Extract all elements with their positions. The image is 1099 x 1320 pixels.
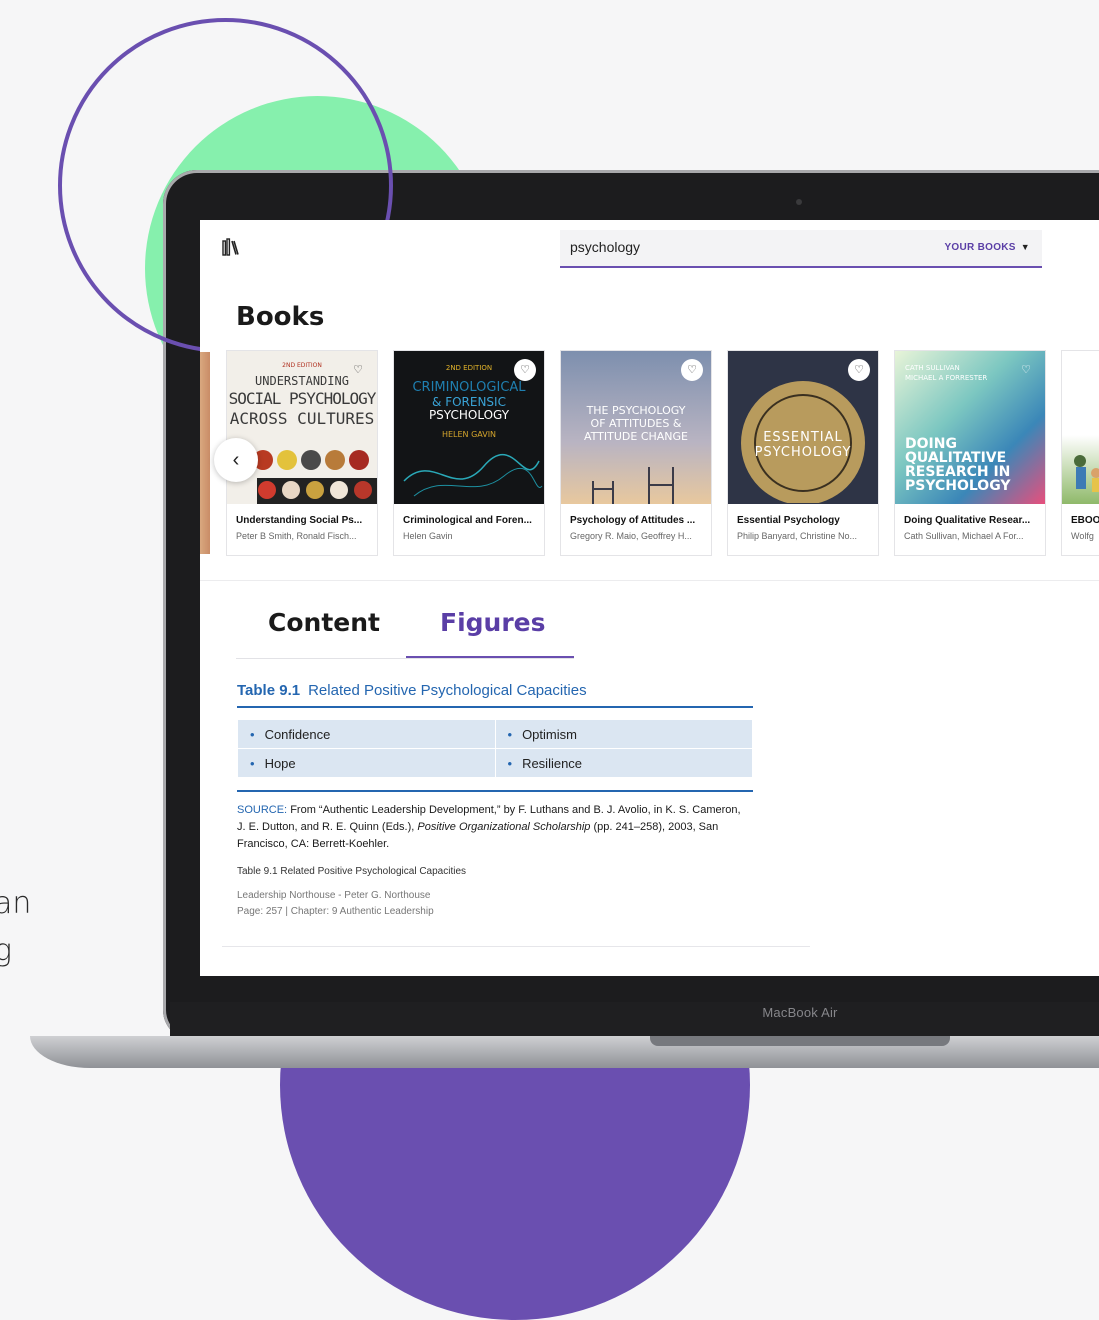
your-books-dropdown[interactable]: YOUR BOOKS ▼: [944, 242, 1030, 253]
cover-text: PSYCHOLOGY: [428, 408, 510, 422]
book-title: Criminological and Foren...: [403, 515, 532, 526]
book-cover: THE PSYCHOLOGY OF ATTITUDES & ATTITUDE C…: [561, 351, 711, 504]
cover-text: HELEN GAVIN: [441, 430, 497, 439]
book-title: Essential Psychology: [737, 515, 840, 526]
active-tab-indicator: [406, 656, 574, 658]
partial-book-card[interactable]: [200, 352, 210, 554]
cover-text: CRIMINOLOGICAL: [412, 380, 526, 395]
books-carousel: 2ND EDITION UNDERSTANDING SOCIAL PSYCHOL…: [200, 350, 1099, 556]
book-cover: ESSENTIAL PSYCHOLOGY ♡: [728, 351, 878, 504]
figure-caption: Table 9.1 Related Positive Psychological…: [237, 866, 467, 877]
figure-page-line: Page: 257 | Chapter: 9 Authentic Leaders…: [237, 906, 434, 917]
figure-number: Table 9.1: [237, 682, 301, 699]
cover-text: & FORENSIC: [432, 395, 506, 409]
figure-rule-top: [237, 706, 753, 708]
figure-source: SOURCE: From “Authentic Leadership Devel…: [237, 802, 747, 853]
bullet-icon: •: [250, 755, 255, 771]
figure-book-line: Leadership Northouse - Peter G. Northous…: [237, 890, 431, 901]
cell-text: Resilience: [522, 755, 583, 771]
table-cell: • Confidence: [237, 719, 496, 749]
book-title: EBOO: [1071, 515, 1099, 526]
figure-title: Related Positive Psychological Capacitie…: [308, 682, 587, 699]
chevron-left-icon: ‹: [232, 449, 240, 471]
cover-text: PSYCHOLOGY: [754, 445, 852, 460]
cover-text: ESSENTIAL: [763, 430, 843, 445]
bullet-icon: •: [507, 726, 513, 742]
result-divider: [222, 946, 810, 947]
heart-icon[interactable]: ♡: [1015, 359, 1037, 381]
device-label: MacBook Air: [762, 1005, 838, 1020]
cover-text: ATTITUDE CHANGE: [583, 430, 689, 443]
cover-illustration: [403, 453, 543, 497]
section-divider: [200, 580, 1099, 581]
figure-heading: Table 9.1 Related Positive Psychological …: [237, 682, 587, 699]
book-card[interactable]: EBOO Wolfg: [1061, 350, 1099, 556]
cover-text: OF ATTITUDES &: [590, 417, 682, 430]
search-input[interactable]: [570, 239, 870, 255]
source-italic: Positive Organizational Scholarship: [417, 821, 591, 833]
cell-text: Hope: [264, 755, 296, 771]
cover-text: THE PSYCHOLOGY: [586, 404, 686, 417]
book-author: Wolfg: [1071, 531, 1094, 541]
tab-figures[interactable]: Figures: [440, 608, 546, 637]
book-author: Gregory R. Maio, Geoffrey H...: [570, 531, 692, 541]
camera-icon: [796, 199, 802, 205]
book-title: Understanding Social Ps...: [236, 515, 363, 526]
side-text: an g: [0, 880, 31, 974]
book-cover: [1062, 351, 1099, 504]
laptop-base-notch: [650, 1036, 950, 1046]
library-logo-icon[interactable]: [222, 238, 240, 256]
book-card[interactable]: CATH SULLIVAN MICHAEL A FORRESTER DOING …: [894, 350, 1046, 556]
book-cover: 2ND EDITION CRIMINOLOGICAL & FORENSIC PS…: [394, 351, 544, 504]
heart-icon[interactable]: ♡: [848, 359, 870, 381]
book-cover: CATH SULLIVAN MICHAEL A FORRESTER DOING …: [895, 351, 1045, 504]
heart-icon[interactable]: ♡: [347, 359, 369, 381]
side-text-line: an: [0, 886, 32, 921]
cell-text: Confidence: [264, 726, 331, 742]
tab-content[interactable]: Content: [268, 608, 380, 637]
your-books-label: YOUR BOOKS: [944, 242, 1016, 253]
book-card[interactable]: 2ND EDITION CRIMINOLOGICAL & FORENSIC PS…: [393, 350, 545, 556]
book-card[interactable]: ESSENTIAL PSYCHOLOGY ♡ Essential Psychol…: [727, 350, 879, 556]
book-author: Helen Gavin: [403, 531, 453, 541]
book-author: Cath Sullivan, Michael A For...: [904, 531, 1024, 541]
cell-text: Optimism: [522, 726, 577, 742]
cover-text: SOCIAL PSYCHOLOGY: [228, 389, 377, 408]
heart-icon[interactable]: ♡: [681, 359, 703, 381]
figure-rule-bottom: [237, 790, 753, 792]
book-title: Psychology of Attitudes ...: [570, 515, 696, 526]
cover-text: ACROSS CULTURES: [229, 409, 375, 428]
side-text-line: g: [0, 933, 13, 968]
cover-illustration: [1074, 455, 1099, 492]
table-cell: • Resilience: [494, 748, 753, 778]
chevron-down-icon: ▼: [1020, 242, 1030, 252]
book-author: Philip Banyard, Christine No...: [737, 531, 858, 541]
tab-baseline: [236, 658, 574, 659]
heart-icon[interactable]: ♡: [514, 359, 536, 381]
book-cover: 2ND EDITION UNDERSTANDING SOCIAL PSYCHOL…: [227, 351, 377, 504]
carousel-prev-button[interactable]: ‹: [214, 438, 258, 482]
search-bar: YOUR BOOKS ▼: [560, 230, 1042, 268]
bridge-illustration: [592, 467, 674, 504]
table-row: • Confidence • Optimism: [237, 719, 753, 749]
cover-text: PSYCHOLOGY: [905, 478, 1011, 494]
figure-table: • Confidence • Optimism • Hope • Resilience: [237, 719, 753, 778]
app-screen: YOUR BOOKS ▼ Books 2ND EDITION UNDERSTAND…: [200, 220, 1099, 976]
bullet-icon: •: [507, 755, 513, 771]
books-section-title: Books: [236, 302, 325, 332]
book-author: Peter B Smith, Ronald Fisch...: [236, 531, 357, 541]
table-row: • Hope • Resilience: [237, 748, 753, 778]
book-card[interactable]: THE PSYCHOLOGY OF ATTITUDES & ATTITUDE C…: [560, 350, 712, 556]
table-cell: • Optimism: [494, 719, 753, 749]
book-title: Doing Qualitative Resear...: [904, 515, 1031, 526]
source-label: SOURCE:: [237, 804, 288, 816]
table-cell: • Hope: [237, 748, 496, 778]
bullet-icon: •: [250, 726, 255, 742]
